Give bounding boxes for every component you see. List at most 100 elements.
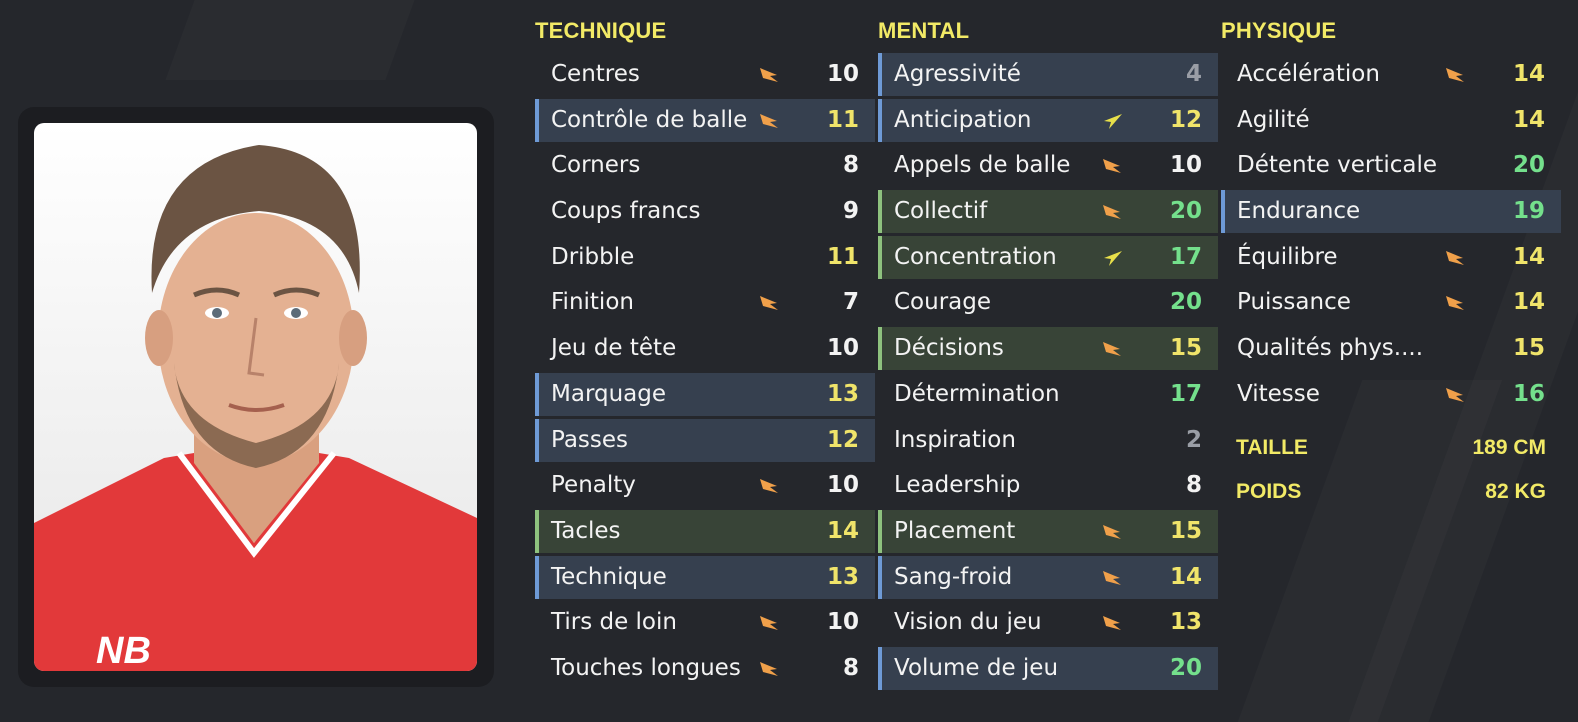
attribute-label: Tacles [551,517,621,544]
attribute-row-penalty[interactable]: Penalty 10 [535,464,875,507]
attribute-label: Vitesse [1237,380,1320,407]
attribute-value: 14 [1512,243,1545,270]
attribute-row-tacles[interactable]: Tacles 14 [535,509,875,553]
attribute-value: 10 [826,472,859,499]
technique-attribute-list: Centres 10 Contrôle de balle 11 Corners 8 Coup… [535,53,875,693]
attribute-row-determination[interactable]: Détermination 17 [878,373,1218,416]
attribute-rising-arrow-icon [1103,205,1121,220]
attribute-value: 4 [1185,61,1202,87]
attribute-value: 8 [842,654,859,681]
attribute-row-puissance[interactable]: Puissance 14 [1221,281,1561,324]
attribute-label: Jeu de tête [551,335,677,362]
attribute-label: Agilité [1237,106,1310,133]
attribute-row-touches-longues[interactable]: Touches longues 8 [535,647,875,690]
attribute-label: Détente verticale [1237,152,1437,179]
attribute-rising-arrow-icon [1446,68,1464,82]
attribute-row-inspiration[interactable]: Inspiration 2 [878,419,1218,462]
attribute-label: Détermination [894,380,1060,407]
attribute-rising-arrow-icon [1446,387,1464,402]
technique-header: TECHNIQUE [535,18,667,43]
attribute-row-concentration[interactable]: Concentration 17 [878,235,1218,279]
attribute-row-qualites-phys[interactable]: Qualités phys.... 15 [1221,327,1561,370]
attribute-row-agressivite[interactable]: Agressivité 4 [878,53,1218,96]
attribute-row-leadership[interactable]: Leadership 8 [878,464,1218,507]
attribute-row-placement[interactable]: Placement 15 [878,509,1218,553]
attribute-row-appels-de-balle[interactable]: Appels de balle 10 [878,144,1218,187]
attribute-rising-arrow-icon [1446,296,1464,311]
attribute-value: 20 [1169,289,1202,316]
attribute-rising-arrow-icon [760,113,778,128]
attribute-rising-arrow-icon [1103,159,1121,174]
attribute-value: 13 [826,380,859,407]
mental-attribute-list: Agressivité 4 Anticipation 12 Appels de ball… [878,53,1218,693]
weight-label: POIDS [1236,480,1302,503]
attribute-row-collectif[interactable]: Collectif 20 [878,190,1218,234]
attribute-value: 10 [826,609,859,636]
attribute-row-passes[interactable]: Passes 12 [535,418,875,462]
attribute-rising-arrow-icon [1103,570,1121,585]
attribute-label: Décisions [894,335,1004,362]
attribute-row-courage[interactable]: Courage 20 [878,281,1218,324]
physique-header: PHYSIQUE [1221,18,1337,43]
attribute-label: Vision du jeu [894,609,1042,636]
attribute-value: 14 [1169,563,1202,590]
attribute-value: 15 [1169,517,1202,544]
attribute-label: Qualités phys.... [1237,335,1424,362]
attribute-row-controle-de-balle[interactable]: Contrôle de balle 11 [535,98,875,142]
attribute-row-vision-du-jeu[interactable]: Vision du jeu 13 [878,601,1218,644]
attribute-row-agilite[interactable]: Agilité 14 [1221,99,1561,142]
attribute-row-tirs-de-loin[interactable]: Tirs de loin 10 [535,601,875,644]
attribute-label: Penalty [551,472,636,499]
weight-value: 82 KG [1485,480,1546,503]
attribute-label: Sang-froid [894,563,1013,590]
attribute-row-coups-francs[interactable]: Coups francs 9 [535,190,875,233]
attribute-row-sang-froid[interactable]: Sang-froid 14 [878,555,1218,599]
attribute-row-vitesse[interactable]: Vitesse 16 [1221,373,1561,416]
attribute-value: 8 [1185,472,1202,499]
attribute-rising-arrow-icon [760,479,778,494]
attribute-value: 15 [1512,335,1545,362]
attribute-row-jeu-de-tete[interactable]: Jeu de tête 10 [535,327,875,370]
attribute-value: 14 [1512,106,1545,133]
attribute-label: Finition [551,289,634,316]
attribute-row-endurance[interactable]: Endurance 19 [1221,190,1561,234]
attribute-growth-arrow-icon [1104,113,1122,129]
attribute-rising-arrow-icon [1103,342,1121,357]
attribute-row-marquage[interactable]: Marquage 13 [535,372,875,416]
attribute-label: Placement [894,517,1016,544]
attribute-value: 8 [842,152,859,179]
attribute-value: 16 [1512,380,1545,407]
attribute-label: Tirs de loin [551,609,677,636]
attribute-value: 20 [1169,654,1202,681]
attribute-value: 12 [1169,106,1202,133]
attribute-label: Endurance [1237,198,1361,225]
attribute-label: Puissance [1237,289,1351,316]
attribute-row-finition[interactable]: Finition 7 [535,281,875,324]
attribute-row-equilibre[interactable]: Équilibre 14 [1221,236,1561,279]
attribute-row-centres[interactable]: Centres 10 [535,53,875,96]
attribute-label: Courage [894,289,992,316]
player-photo[interactable]: NB [34,123,477,671]
attribute-label: Marquage [551,380,667,407]
mental-header: MENTAL [878,18,970,43]
attribute-value: 9 [842,198,859,225]
attribute-row-technique[interactable]: Technique 13 [535,555,875,599]
attribute-label: Accélération [1237,61,1380,87]
attribute-rising-arrow-icon [760,296,778,311]
attribute-label: Anticipation [894,106,1032,133]
attribute-row-acceleration[interactable]: Accélération 14 [1221,53,1561,96]
kit-logo: NB [96,630,151,671]
attribute-row-anticipation[interactable]: Anticipation 12 [878,98,1218,142]
attribute-row-dribble[interactable]: Dribble 11 [535,236,875,279]
attribute-value: 12 [826,426,859,453]
attribute-label: Appels de balle [894,152,1071,179]
player-portrait-icon: NB [34,145,477,671]
attribute-row-corners[interactable]: Corners 8 [535,144,875,187]
attribute-growth-arrow-icon [1104,250,1122,266]
attribute-row-detente-verticale[interactable]: Détente verticale 20 [1221,144,1561,187]
attribute-value: 7 [842,289,859,316]
attribute-row-volume-de-jeu[interactable]: Volume de jeu 20 [878,646,1218,690]
attribute-value: 15 [1169,335,1202,362]
attribute-label: Passes [551,426,629,453]
attribute-row-decisions[interactable]: Décisions 15 [878,327,1218,371]
